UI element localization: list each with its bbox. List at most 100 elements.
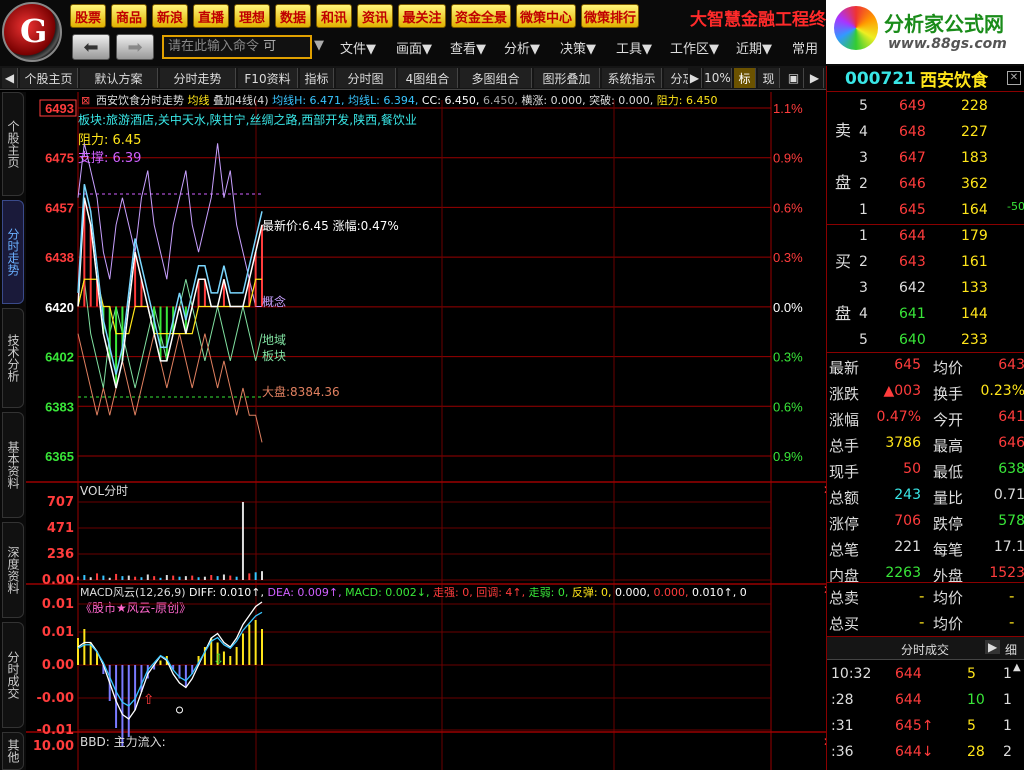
forward-button[interactable]: ➡: [116, 34, 154, 60]
side-tab-1[interactable]: 分时走势: [2, 200, 24, 304]
side-tab-2[interactable]: 技术分析: [2, 308, 24, 408]
price-tick-label: 6457: [45, 200, 74, 215]
tab-6[interactable]: 4图组合: [398, 68, 458, 88]
menu-item-3[interactable]: 分析▼: [504, 38, 540, 57]
brand-logo: 分析家公式网 www.88gs.com: [826, 0, 1024, 64]
tab-9[interactable]: 系统指示: [602, 68, 662, 88]
tab-scroll-right-icon[interactable]: ▶: [688, 68, 702, 88]
pct-tick-label: 0.3%: [773, 350, 803, 365]
command-dropdown-icon[interactable]: ▼: [314, 38, 324, 53]
menu-item-1[interactable]: 画面▼: [396, 38, 432, 57]
tab-7[interactable]: 多图组合: [460, 68, 532, 88]
trade-row: :36 644↓ 28 2: [831, 744, 1012, 760]
menu-item-7[interactable]: 近期▼: [736, 38, 772, 57]
legend-sector: 板块: [262, 349, 286, 363]
ask-row-5[interactable]: 5 649 228: [827, 94, 1024, 120]
tab-12[interactable]: 标: [734, 68, 756, 88]
tab-scroll-left-icon[interactable]: ◀: [2, 68, 18, 88]
side-tab-4[interactable]: 深度资料: [2, 522, 24, 618]
ask-row-2[interactable]: 2 646 362: [827, 172, 1024, 198]
quote-panel: 000721 西安饮食 ✕ 卖盘 5 649 228 4 648 227 3 647 183 2 646 36…: [826, 66, 1024, 770]
stat-row-5: 总额 243 量比 0.71: [829, 487, 1024, 507]
tab-2[interactable]: 分时走势: [160, 68, 236, 88]
side-tabs: 个股主页分时走势技术分析基本资料深度资料分时成交其他: [0, 92, 26, 770]
stock-name: 西安饮食: [919, 71, 988, 91]
trading-app: G 股票 商品 新浪 直播 理想 数据 和讯 资讯 最关注 资金全景 微策中心 微策排行 大智慧金融工…: [0, 0, 1024, 770]
trades-title[interactable]: 分时成交: [901, 641, 949, 658]
trades-expand-icon[interactable]: ▶: [985, 640, 1001, 654]
window-restore-icon[interactable]: ▣: [784, 68, 804, 88]
flower-logo-icon: [834, 6, 878, 50]
side-tab-6[interactable]: 其他: [2, 732, 24, 770]
bid-row-4[interactable]: 4 641 144: [827, 302, 1024, 328]
menu-item-4[interactable]: 决策▼: [560, 38, 596, 57]
stat-row-6: 涨停 706 跌停 578: [829, 513, 1024, 533]
toolbar-button-7[interactable]: 资讯: [357, 4, 393, 28]
ask-row-3[interactable]: 3 647 183: [827, 146, 1024, 172]
side-tab-0[interactable]: 个股主页: [2, 92, 24, 196]
tab-4[interactable]: 指标: [300, 68, 334, 88]
bid-row-3[interactable]: 3 642 133: [827, 276, 1024, 302]
menu-item-8[interactable]: 常用: [792, 38, 818, 57]
chart-header: 西安饮食分时走势 均线 叠加4线(4) 均线H: 6.471, 均线L: 6.3…: [96, 93, 718, 107]
app-logo[interactable]: G: [2, 2, 62, 62]
toolbar-button-11[interactable]: 微策排行: [581, 4, 639, 28]
sell-signal-icon: ⇩: [213, 652, 225, 668]
trades-detail-button[interactable]: 细: [1005, 641, 1017, 658]
tab-8[interactable]: 图形叠加: [534, 68, 600, 88]
toolbar-button-2[interactable]: 新浪: [152, 4, 188, 28]
stock-title: 000721 西安饮食: [827, 66, 1024, 92]
toolbar-button-8[interactable]: 最关注: [398, 4, 446, 28]
legend-concept: 概念: [262, 294, 286, 309]
toolbar-button-5[interactable]: 数据: [275, 4, 311, 28]
total-divider: [827, 582, 1024, 583]
menu-item-5[interactable]: 工具▼: [616, 38, 652, 57]
bid-row-1[interactable]: 1 644 179: [827, 224, 1024, 250]
stats-divider: [827, 352, 1024, 353]
price-tick-label: 6402: [45, 350, 74, 365]
toolbar-button-10[interactable]: 微策中心: [516, 4, 576, 28]
menu-item-2[interactable]: 查看▼: [450, 38, 486, 57]
bid-row-2[interactable]: 2 643 161: [827, 250, 1024, 276]
stat-row-2: 涨幅 0.47% 今开 641: [829, 409, 1024, 429]
toolbar-button-1[interactable]: 商品: [111, 4, 147, 28]
price-tick-label: 6420: [45, 300, 74, 315]
back-button[interactable]: ⬅: [72, 34, 110, 60]
close-quote-icon[interactable]: ✕: [1007, 71, 1021, 85]
price-annotation: 最新价:6.45 涨幅:0.47%: [262, 218, 399, 233]
ask-row-1[interactable]: 1 645 164: [827, 198, 1024, 224]
tab-0[interactable]: 个股主页: [20, 68, 78, 88]
macd-tick-label: 0.00: [42, 658, 74, 673]
stat-row-4: 现手 50 最低 638: [829, 461, 1024, 481]
tab-13[interactable]: 现: [758, 68, 780, 88]
pct-tick-label: 0.6%: [773, 200, 803, 215]
toolbar-button-9[interactable]: 资金全景: [451, 4, 511, 28]
trades-scrollbar-icon[interactable]: ▲: [1013, 662, 1021, 673]
command-input[interactable]: 请在此输入命令 可: [162, 35, 312, 59]
stat-row-3: 总手 3786 最高 646: [829, 435, 1024, 455]
menu-item-6[interactable]: 工作区▼: [670, 38, 719, 57]
toolbar-button-4[interactable]: 理想: [234, 4, 270, 28]
ask-row-4[interactable]: 4 648 227: [827, 120, 1024, 146]
toolbar-button-6[interactable]: 和讯: [316, 4, 352, 28]
brand-logo-url: www.88gs.com: [888, 36, 1007, 52]
chart-area[interactable]: 6493 1.1% 6475 0.9% 6457 0.6% 6438 0.3% 6420 0.0%…: [26, 92, 826, 770]
trade-row: 10:32 644 5 1: [831, 666, 1012, 682]
buy-signal-icon: ⇧: [143, 692, 155, 708]
side-tab-3[interactable]: 基本资料: [2, 412, 24, 518]
tab-5[interactable]: 分时图: [336, 68, 396, 88]
tab-1[interactable]: 默认方案: [80, 68, 158, 88]
price-tick-label: 6383: [45, 399, 74, 414]
side-tab-5[interactable]: 分时成交: [2, 622, 24, 728]
bbd-tick-label: 10.00: [33, 739, 74, 754]
bid-row-5[interactable]: 5 640 233: [827, 328, 1024, 354]
price-tick-label: 6365: [45, 449, 74, 464]
menu-item-0[interactable]: 文件▼: [340, 38, 376, 57]
tab-11[interactable]: 10%: [704, 68, 732, 88]
close-chart-icon[interactable]: ⊠: [81, 94, 90, 107]
panel-collapse-icon[interactable]: ▶: [806, 68, 824, 88]
tab-3[interactable]: F10资料: [238, 68, 298, 88]
toolbar-button-0[interactable]: 股票: [70, 4, 106, 28]
toolbar-button-3[interactable]: 直播: [193, 4, 229, 28]
macd-tick-label: -0.00: [37, 691, 74, 706]
